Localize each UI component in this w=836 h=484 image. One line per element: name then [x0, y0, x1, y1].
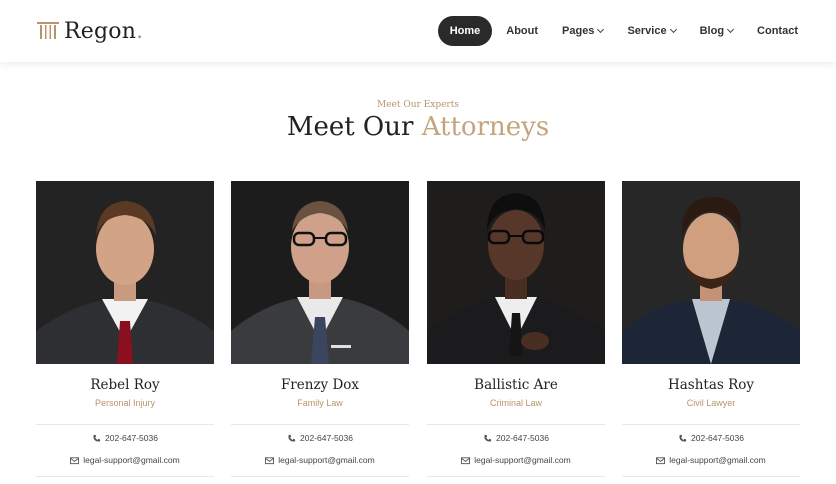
nav-label: Service: [627, 25, 667, 37]
attorney-role: Civil Lawyer: [686, 398, 736, 408]
attorney-name: Hashtas Roy: [667, 377, 755, 393]
phone-row[interactable]: 202-647-5036: [622, 433, 800, 443]
title-main: Meet Our: [286, 112, 422, 142]
nav-item-pages[interactable]: Pages: [550, 16, 615, 46]
attorney-card: Hashtas Roy Civil Lawyer 202-647-5036 le…: [622, 181, 800, 481]
phone-number: 202-647-5036: [691, 433, 744, 443]
nav-item-contact[interactable]: Contact: [745, 16, 810, 46]
phone-row[interactable]: 202-647-5036: [427, 433, 605, 443]
phone-number: 202-647-5036: [300, 433, 353, 443]
attorney-name: Ballistic Are: [474, 377, 558, 393]
attorney-photo[interactable]: [231, 181, 409, 364]
phone-icon: [679, 434, 687, 441]
divider: [622, 476, 800, 477]
divider: [427, 476, 605, 477]
portrait-image: [36, 181, 214, 364]
chevron-down-icon: [727, 25, 735, 34]
divider: [36, 476, 214, 477]
envelope-icon: [265, 456, 275, 464]
attorney-card: Ballistic Are Criminal Law 202-647-5036 …: [427, 181, 605, 481]
envelope-icon: [656, 456, 666, 464]
brand-logo[interactable]: Regon.: [36, 16, 143, 46]
portrait-image: [231, 181, 409, 364]
nav-item-home[interactable]: Home: [437, 16, 493, 46]
nav-label: Blog: [699, 25, 725, 37]
email-row[interactable]: legal-support@gmail.com: [36, 455, 214, 465]
brand-dot: .: [136, 18, 144, 44]
title-accent: Attorneys: [421, 112, 550, 142]
nav-item-blog[interactable]: Blog: [688, 16, 745, 46]
nav-item-service[interactable]: Service: [615, 16, 687, 46]
email-address: legal-support@gmail.com: [474, 455, 571, 465]
pillar-logo-icon: [37, 22, 59, 39]
attorney-card: Frenzy Dox Family Law 202-647-5036 legal…: [231, 181, 409, 481]
phone-number: 202-647-5036: [496, 433, 549, 443]
attorney-role: Family Law: [297, 398, 343, 408]
email-address: legal-support@gmail.com: [83, 455, 180, 465]
attorney-role: Personal Injury: [94, 398, 156, 408]
email-row[interactable]: legal-support@gmail.com: [622, 455, 800, 465]
phone-row[interactable]: 202-647-5036: [231, 433, 409, 443]
phone-number: 202-647-5036: [105, 433, 158, 443]
chevron-down-icon: [669, 25, 677, 34]
attorney-card: Rebel Roy Personal Injury 202-647-5036 l…: [36, 181, 214, 481]
envelope-icon: [461, 456, 471, 464]
section-eyebrow: Meet Our Experts: [377, 100, 459, 110]
attorney-name: Frenzy Dox: [280, 377, 360, 393]
email-row[interactable]: legal-support@gmail.com: [427, 455, 605, 465]
site-header: Regon. Home About Pages Service Blog Con…: [0, 0, 836, 62]
nav-label: About: [506, 25, 539, 37]
email-address: legal-support@gmail.com: [278, 455, 375, 465]
nav-label: Pages: [562, 25, 595, 37]
nav-label: Home: [449, 25, 481, 37]
divider: [427, 424, 605, 425]
email-row[interactable]: legal-support@gmail.com: [231, 455, 409, 465]
divider: [231, 476, 409, 477]
portrait-image: [622, 181, 800, 364]
nav-item-about[interactable]: About: [494, 16, 550, 46]
nav-label: Contact: [757, 25, 798, 37]
attorney-photo[interactable]: [622, 181, 800, 364]
attorney-photo[interactable]: [427, 181, 605, 364]
envelope-icon: [70, 456, 80, 464]
phone-icon: [484, 434, 492, 441]
portrait-image: [427, 181, 605, 364]
section-title: Meet Our Attorneys: [0, 110, 836, 144]
email-address: legal-support@gmail.com: [669, 455, 766, 465]
divider: [36, 424, 214, 425]
attorney-photo[interactable]: [36, 181, 214, 364]
phone-icon: [288, 434, 296, 441]
divider: [622, 424, 800, 425]
phone-icon: [93, 434, 101, 441]
divider: [231, 424, 409, 425]
brand-name: Regon: [64, 18, 137, 44]
phone-row[interactable]: 202-647-5036: [36, 433, 214, 443]
attorney-name: Rebel Roy: [90, 377, 160, 393]
chevron-down-icon: [597, 25, 605, 34]
main-nav: Home About Pages Service Blog Contact: [437, 16, 810, 46]
attorney-role: Criminal Law: [489, 398, 542, 408]
